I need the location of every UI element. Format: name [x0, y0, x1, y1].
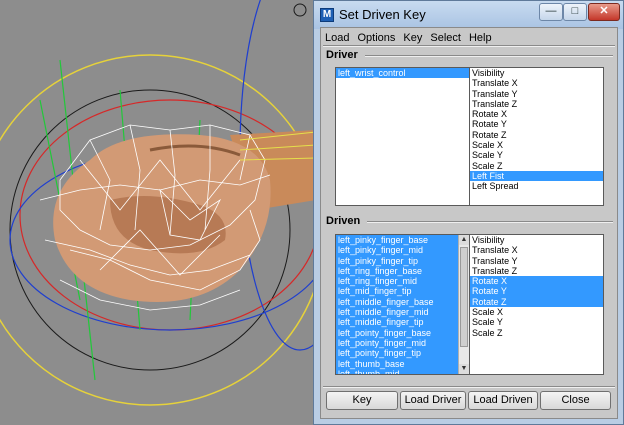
- scroll-up-icon[interactable]: ▲: [459, 235, 469, 245]
- viewport-3d[interactable]: [0, 0, 316, 425]
- close-window-button[interactable]: ✕: [588, 3, 620, 21]
- scroll-down-icon[interactable]: ▼: [459, 364, 469, 374]
- load-driven-button[interactable]: Load Driven: [468, 391, 538, 410]
- menu-load[interactable]: Load: [321, 30, 353, 46]
- driver-section-line: [365, 55, 613, 57]
- driven-attribute-item[interactable]: Rotate Y: [470, 286, 603, 297]
- driven-attribute-item[interactable]: Translate X: [470, 245, 603, 255]
- viewport-scene: [0, 0, 316, 425]
- minimize-button[interactable]: —: [539, 3, 563, 21]
- driven-object-item[interactable]: left_pointy_finger_tip: [336, 348, 458, 359]
- driver-attribute-item[interactable]: Left Fist: [470, 170, 603, 182]
- driven-object-item[interactable]: left_mid_finger_tip: [336, 286, 458, 297]
- driven-object-item[interactable]: left_pinky_finger_tip: [336, 255, 458, 266]
- driven-object-list[interactable]: left_pinky_finger_base left_pinky_finger_…: [335, 234, 470, 375]
- key-button[interactable]: Key: [326, 391, 398, 410]
- driven-object-scrollbar[interactable]: ▲ ▼: [458, 235, 469, 374]
- driver-attribute-item[interactable]: Left Spread: [470, 181, 603, 191]
- driven-attribute-item[interactable]: Visibility: [470, 235, 603, 245]
- driven-object-item[interactable]: left_pointy_finger_mid: [336, 337, 458, 349]
- driven-object-item[interactable]: left_pointy_finger_base: [336, 327, 458, 338]
- driver-attribute-item[interactable]: Visibility: [470, 68, 603, 78]
- driven-attribute-item[interactable]: Scale Y: [470, 317, 603, 327]
- driven-section-line: [367, 221, 613, 223]
- driver-attribute-item[interactable]: Translate Y: [470, 89, 603, 99]
- driven-object-item[interactable]: left_pinky_finger_mid: [336, 245, 458, 256]
- driven-attribute-item[interactable]: Rotate X: [470, 276, 603, 287]
- menu-separator: [323, 45, 615, 47]
- driven-object-item[interactable]: left_pinky_finger_base: [336, 235, 458, 246]
- driver-object-item[interactable]: left_wrist_control: [336, 68, 469, 79]
- driven-object-item[interactable]: left_thumb_base: [336, 358, 458, 369]
- window-client-area: Load Options Key Select Help Driver left_wri…: [320, 27, 618, 419]
- driven-object-item[interactable]: left_middle_finger_tip: [336, 317, 458, 328]
- set-driven-key-window: M Set Driven Key — □ ✕ Load Options Key Sel…: [313, 0, 624, 425]
- driver-attribute-item[interactable]: Translate Z: [470, 99, 603, 109]
- driver-attribute-item[interactable]: Scale Z: [470, 161, 603, 171]
- driven-object-item[interactable]: left_middle_finger_base: [336, 296, 458, 308]
- driver-attribute-item[interactable]: Scale X: [470, 140, 603, 150]
- bottom-separator: [323, 386, 615, 388]
- driver-attribute-item[interactable]: Rotate X: [470, 109, 603, 119]
- driven-object-item[interactable]: left_ring_finger_mid: [336, 276, 458, 287]
- driven-object-item[interactable]: left_middle_finger_mid: [336, 307, 458, 318]
- driven-object-item[interactable]: left_thumb_mid: [336, 368, 458, 374]
- driver-section-title: Driver: [326, 49, 358, 61]
- title-bar[interactable]: M Set Driven Key — □ ✕: [314, 1, 623, 29]
- driver-attribute-item[interactable]: Scale Y: [470, 150, 603, 160]
- menu-key[interactable]: Key: [399, 30, 426, 46]
- driven-object-item[interactable]: left_ring_finger_base: [336, 265, 458, 277]
- menu-help[interactable]: Help: [465, 30, 496, 46]
- maximize-button[interactable]: □: [563, 3, 587, 21]
- menu-select[interactable]: Select: [426, 30, 465, 46]
- driven-attribute-item[interactable]: Scale X: [470, 307, 603, 317]
- window-title: Set Driven Key: [339, 7, 426, 22]
- load-driver-button[interactable]: Load Driver: [400, 391, 466, 410]
- driver-object-list[interactable]: left_wrist_control: [335, 67, 470, 206]
- scroll-thumb[interactable]: [460, 247, 468, 347]
- driven-attribute-item[interactable]: Translate Z: [470, 266, 603, 276]
- driven-section-title: Driven: [326, 215, 361, 227]
- driven-attribute-item[interactable]: Translate Y: [470, 256, 603, 266]
- driver-attribute-item[interactable]: Translate X: [470, 78, 603, 88]
- driven-attribute-list[interactable]: Visibility Translate X Translate Y Translat…: [469, 234, 604, 375]
- driver-attribute-item[interactable]: Rotate Z: [470, 130, 603, 140]
- driver-attribute-list[interactable]: Visibility Translate X Translate Y Translat…: [469, 67, 604, 206]
- driven-attribute-item[interactable]: Rotate Z: [470, 296, 603, 308]
- app-icon: M: [320, 8, 334, 22]
- driven-attribute-item[interactable]: Scale Z: [470, 328, 603, 338]
- driver-attribute-item[interactable]: Rotate Y: [470, 119, 603, 129]
- close-button[interactable]: Close: [540, 391, 611, 410]
- menu-bar: Load Options Key Select Help: [321, 28, 617, 46]
- menu-options[interactable]: Options: [353, 30, 399, 46]
